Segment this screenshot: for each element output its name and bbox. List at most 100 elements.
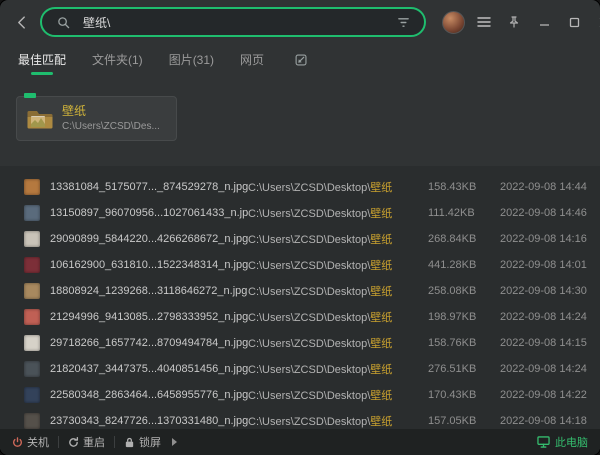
file-date: 2022-09-08 14:15 xyxy=(500,337,592,349)
app-window: 最佳匹配 文件夹(1) 图片(31) 网页 壁纸 C:\Users\ZCSD\D… xyxy=(0,0,600,455)
file-path-match: 壁纸 xyxy=(370,416,392,428)
file-path: C:\Users\ZCSD\Desktop\壁纸 xyxy=(248,387,428,403)
bottombar-divider xyxy=(114,436,115,448)
file-path-dir: C:\Users\ZCSD\Desktop\ xyxy=(248,338,370,350)
file-path-match: 壁纸 xyxy=(370,390,392,402)
file-path-dir: C:\Users\ZCSD\Desktop\ xyxy=(248,208,370,220)
file-row[interactable]: 13150897_96070956...1027061433_n.jpg C:\… xyxy=(0,200,600,226)
list-area: 13381084_5175077..._874529278_n.jpg C:\U… xyxy=(0,166,600,455)
file-thumbnail xyxy=(24,205,40,221)
power-icon xyxy=(12,437,23,448)
pin-icon[interactable] xyxy=(503,11,525,33)
file-row[interactable]: 22580348_2863464...6458955776_n.jpg C:\U… xyxy=(0,382,600,408)
file-size: 268.84KB xyxy=(428,233,500,245)
file-name: 18808924_1239268...3118646272_n.jpg xyxy=(50,285,248,297)
search-icon xyxy=(52,11,74,33)
back-button[interactable] xyxy=(10,11,32,33)
file-path: C:\Users\ZCSD\Desktop\壁纸 xyxy=(248,205,428,221)
file-thumbnail xyxy=(24,413,40,429)
file-date: 2022-09-08 14:30 xyxy=(500,285,592,297)
lock-button[interactable]: 锁屏 xyxy=(124,434,161,450)
file-path: C:\Users\ZCSD\Desktop\壁纸 xyxy=(248,309,428,325)
tab-folders[interactable]: 文件夹(1) xyxy=(92,51,143,68)
folder-icon xyxy=(27,108,53,130)
file-size: 158.76KB xyxy=(428,337,500,349)
file-row[interactable]: 29718266_1657742...8709494784_n.jpg C:\U… xyxy=(0,330,600,356)
file-size: 157.05KB xyxy=(428,415,500,427)
file-name: 29718266_1657742...8709494784_n.jpg xyxy=(50,337,248,349)
lock-label: 锁屏 xyxy=(139,434,161,450)
file-path-dir: C:\Users\ZCSD\Desktop\ xyxy=(248,390,370,402)
file-thumbnail xyxy=(24,387,40,403)
shutdown-button[interactable]: 关机 xyxy=(12,434,49,450)
file-thumbnail xyxy=(24,257,40,273)
file-path-match: 壁纸 xyxy=(370,312,392,324)
file-row[interactable]: 21820437_3447375...4040851456_n.jpg C:\U… xyxy=(0,356,600,382)
file-thumbnail xyxy=(24,231,40,247)
file-thumbnail xyxy=(24,179,40,195)
bottombar-divider xyxy=(58,436,59,448)
filter-icon[interactable] xyxy=(392,11,414,33)
file-name: 23730343_8247726...1370331480_n.jpg xyxy=(50,415,248,427)
more-actions-icon[interactable] xyxy=(172,438,177,446)
file-path: C:\Users\ZCSD\Desktop\壁纸 xyxy=(248,335,428,351)
tab-images[interactable]: 图片(31) xyxy=(169,51,214,68)
this-pc-label: 此电脑 xyxy=(555,434,588,450)
maximize-button[interactable] xyxy=(563,11,585,33)
file-path-dir: C:\Users\ZCSD\Desktop\ xyxy=(248,416,370,428)
file-size: 158.43KB xyxy=(428,181,500,193)
search-input[interactable] xyxy=(81,14,385,30)
file-path-match: 壁纸 xyxy=(370,338,392,350)
file-size: 258.08KB xyxy=(428,285,500,297)
file-name: 21294996_9413085...2798333952_n.jpg xyxy=(50,311,248,323)
this-pc-button[interactable]: 此电脑 xyxy=(537,434,588,450)
file-size: 276.51KB xyxy=(428,363,500,375)
file-path-dir: C:\Users\ZCSD\Desktop\ xyxy=(248,312,370,324)
file-date: 2022-09-08 14:01 xyxy=(500,259,592,271)
file-path-match: 壁纸 xyxy=(370,286,392,298)
search-box[interactable] xyxy=(40,7,426,37)
file-row[interactable]: 21294996_9413085...2798333952_n.jpg C:\U… xyxy=(0,304,600,330)
menu-icon[interactable] xyxy=(473,11,495,33)
file-date: 2022-09-08 14:46 xyxy=(500,207,592,219)
tab-best-match[interactable]: 最佳匹配 xyxy=(18,51,66,68)
computer-icon xyxy=(537,436,550,448)
file-path: C:\Users\ZCSD\Desktop\壁纸 xyxy=(248,179,428,195)
file-size: 111.42KB xyxy=(428,207,500,219)
file-path-match: 壁纸 xyxy=(370,364,392,376)
topbar xyxy=(0,0,600,44)
file-name: 13381084_5175077..._874529278_n.jpg xyxy=(50,181,248,193)
file-name: 29090899_5844220...4266268672_n.jpg xyxy=(50,233,248,245)
file-thumbnail xyxy=(24,361,40,377)
restart-button[interactable]: 重启 xyxy=(68,434,105,450)
file-thumbnail xyxy=(24,309,40,325)
tab-web[interactable]: 网页 xyxy=(240,51,264,68)
file-date: 2022-09-08 14:24 xyxy=(500,311,592,323)
edit-icon[interactable] xyxy=(290,48,312,70)
file-path: C:\Users\ZCSD\Desktop\壁纸 xyxy=(248,283,428,299)
file-path: C:\Users\ZCSD\Desktop\壁纸 xyxy=(248,257,428,273)
file-row[interactable]: 18808924_1239268...3118646272_n.jpg C:\U… xyxy=(0,278,600,304)
file-name: 21820437_3447375...4040851456_n.jpg xyxy=(50,363,248,375)
file-path: C:\Users\ZCSD\Desktop\壁纸 xyxy=(248,361,428,377)
file-row[interactable]: 13381084_5175077..._874529278_n.jpg C:\U… xyxy=(0,174,600,200)
file-path: C:\Users\ZCSD\Desktop\壁纸 xyxy=(248,413,428,429)
file-thumbnail xyxy=(24,335,40,351)
file-row[interactable]: 106162900_631810...1522348314_n.jpg C:\U… xyxy=(0,252,600,278)
lock-icon xyxy=(124,437,135,448)
best-match-section: 壁纸 C:\Users\ZCSD\Des... xyxy=(0,76,600,141)
best-match-path: C:\Users\ZCSD\Des... xyxy=(62,120,160,133)
file-date: 2022-09-08 14:18 xyxy=(500,415,592,427)
file-path-match: 壁纸 xyxy=(370,208,392,220)
file-row[interactable]: 29090899_5844220...4266268672_n.jpg C:\U… xyxy=(0,226,600,252)
file-thumbnail xyxy=(24,283,40,299)
shutdown-label: 关机 xyxy=(27,434,49,450)
avatar[interactable] xyxy=(442,11,465,34)
best-match-texts: 壁纸 C:\Users\ZCSD\Des... xyxy=(62,104,160,133)
close-button[interactable] xyxy=(593,11,600,33)
best-match-card[interactable]: 壁纸 C:\Users\ZCSD\Des... xyxy=(16,96,177,141)
tabbar: 最佳匹配 文件夹(1) 图片(31) 网页 xyxy=(0,44,600,76)
minimize-button[interactable] xyxy=(533,11,555,33)
file-date: 2022-09-08 14:44 xyxy=(500,181,592,193)
file-name: 22580348_2863464...6458955776_n.jpg xyxy=(50,389,248,401)
